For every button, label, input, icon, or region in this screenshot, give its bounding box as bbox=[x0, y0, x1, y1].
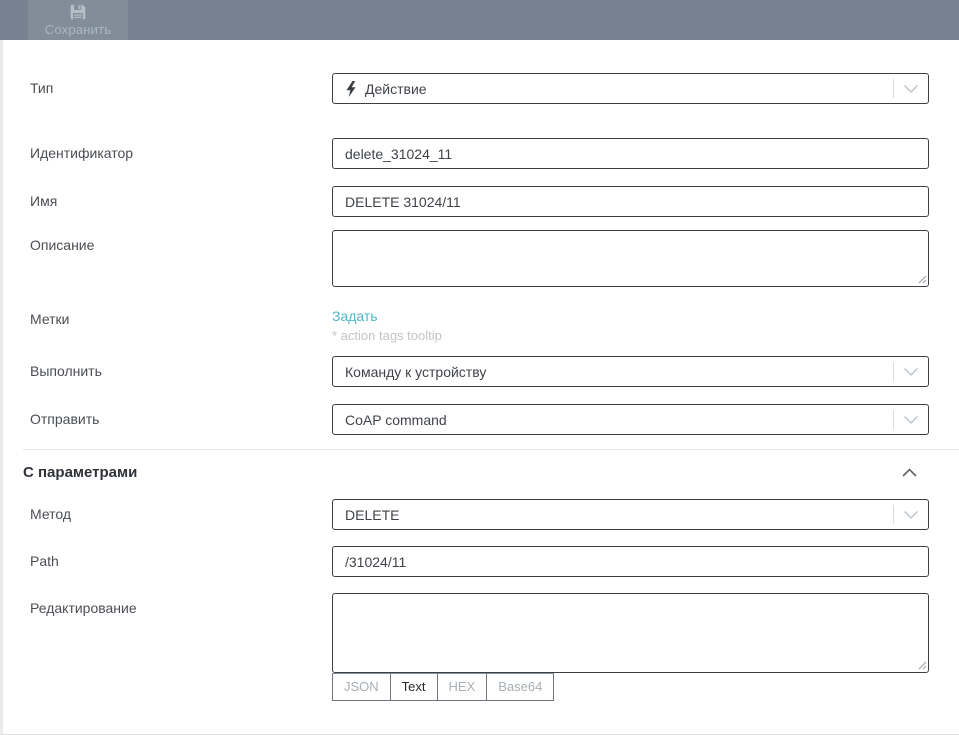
type-select[interactable]: Действие bbox=[332, 73, 929, 104]
send-select[interactable]: CoAP command bbox=[332, 404, 929, 435]
send-label: Отправить bbox=[30, 411, 100, 427]
field-row-method: Метод DELETE bbox=[3, 499, 959, 530]
chevron-down-icon bbox=[893, 505, 928, 524]
tab-base64[interactable]: Base64 bbox=[486, 673, 555, 701]
method-select[interactable]: DELETE bbox=[332, 499, 929, 530]
field-row-description: Описание bbox=[3, 230, 959, 287]
chevron-down-icon bbox=[893, 410, 928, 429]
path-input[interactable] bbox=[332, 546, 929, 577]
method-label: Метод bbox=[30, 506, 72, 522]
chevron-down-icon bbox=[893, 362, 928, 381]
params-section-title: С параметрами bbox=[23, 464, 138, 481]
action-form-panel: Тип Действие Идентификатор Имя Описание bbox=[0, 40, 959, 735]
toolbar: Сохранить bbox=[0, 0, 959, 40]
method-select-value: DELETE bbox=[345, 506, 400, 523]
path-label: Path bbox=[30, 553, 59, 569]
editor-format-tabs: JSON Text HEX Base64 bbox=[332, 673, 929, 701]
save-button-label: Сохранить bbox=[44, 22, 112, 37]
tab-text[interactable]: Text bbox=[389, 673, 438, 701]
editor-textarea[interactable] bbox=[332, 593, 929, 673]
description-label: Описание bbox=[30, 237, 95, 253]
execute-select-value: Команду к устройству bbox=[345, 363, 487, 380]
lightning-bolt-icon bbox=[345, 80, 357, 97]
params-section-header: С параметрами bbox=[3, 450, 959, 481]
type-select-value: Действие bbox=[365, 80, 427, 97]
type-label: Тип bbox=[30, 80, 54, 96]
name-input[interactable] bbox=[332, 186, 929, 217]
tags-label: Метки bbox=[30, 311, 70, 327]
execute-select[interactable]: Команду к устройству bbox=[332, 356, 929, 387]
tags-set-link[interactable]: Задать bbox=[332, 304, 378, 324]
field-row-path: Path bbox=[3, 546, 959, 577]
field-row-tags: Метки Задать * action tags tooltip bbox=[3, 304, 959, 343]
tab-json[interactable]: JSON bbox=[332, 673, 391, 701]
execute-label: Выполнить bbox=[30, 363, 102, 379]
name-label: Имя bbox=[30, 193, 58, 209]
field-row-execute: Выполнить Команду к устройству bbox=[3, 356, 959, 387]
identifier-label: Идентификатор bbox=[30, 145, 134, 161]
floppy-disk-icon bbox=[69, 3, 87, 21]
field-row-send: Отправить CoAP command bbox=[3, 404, 959, 435]
editor-label: Редактирование bbox=[30, 600, 137, 616]
description-textarea[interactable] bbox=[332, 230, 929, 287]
field-row-identifier: Идентификатор bbox=[3, 138, 959, 169]
save-button[interactable]: Сохранить bbox=[28, 0, 128, 40]
send-select-value: CoAP command bbox=[345, 411, 447, 428]
field-row-type: Тип Действие bbox=[3, 73, 959, 104]
field-row-editor: Редактирование JSON Text HEX Base64 bbox=[3, 593, 959, 701]
field-row-name: Имя bbox=[3, 186, 959, 217]
identifier-input[interactable] bbox=[332, 138, 929, 169]
chevron-up-icon[interactable] bbox=[902, 468, 917, 477]
tags-hint: * action tags tooltip bbox=[332, 328, 442, 343]
tab-hex[interactable]: HEX bbox=[436, 673, 488, 701]
chevron-down-icon bbox=[893, 79, 928, 98]
